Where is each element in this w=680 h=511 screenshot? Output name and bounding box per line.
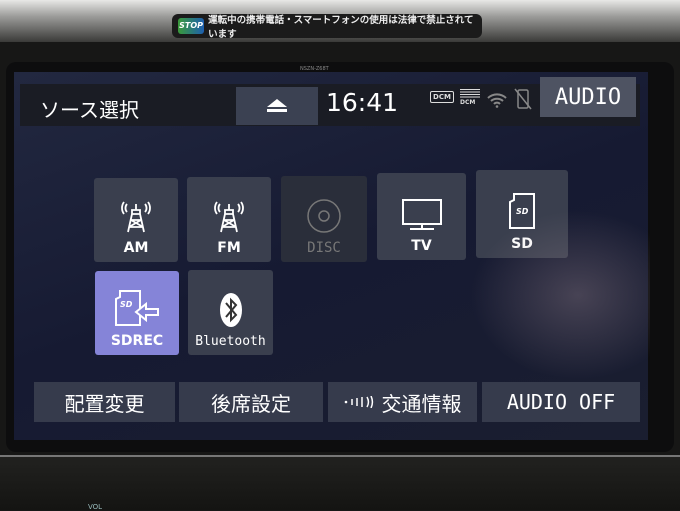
rearrange-label: 配置変更 <box>64 391 145 416</box>
broadcast-signal-icon <box>344 396 373 408</box>
clock: 16:41 <box>326 88 399 117</box>
bezel-edge <box>0 455 680 457</box>
disc-icon <box>307 199 341 233</box>
rear-settings-button[interactable]: 後席設定 <box>179 382 323 422</box>
audio-button[interactable]: AUDIO <box>540 77 636 117</box>
source-label: FM <box>217 240 241 256</box>
source-label: AM <box>123 240 149 256</box>
source-tv[interactable]: TV <box>377 173 466 260</box>
source-label: SDREC <box>110 333 164 349</box>
rear-settings-label: 後席設定 <box>211 391 291 416</box>
phone-disconnected-icon <box>514 88 532 110</box>
sd-record-icon: SD <box>115 290 159 326</box>
traffic-info-label: 交通情報 <box>381 391 462 416</box>
source-label: Bluetooth <box>195 334 266 349</box>
source-label: DISC <box>307 240 341 256</box>
page-title: ソース選択 <box>40 98 139 122</box>
bluetooth-icon <box>219 293 242 327</box>
eject-button[interactable] <box>236 87 318 125</box>
dcm-label-2: DCM <box>460 99 476 106</box>
source-bluetooth[interactable]: Bluetooth <box>188 270 273 355</box>
dcm-signal-icon: DCM <box>460 89 480 106</box>
radio-tower-icon <box>214 201 244 233</box>
rearrange-button[interactable]: 配置変更 <box>34 382 175 422</box>
source-fm[interactable]: FM <box>187 177 271 262</box>
tv-icon <box>401 199 442 230</box>
source-label: TV <box>411 238 432 254</box>
sticker-logo: STOP <box>178 18 205 34</box>
source-sdrec[interactable]: SD SDREC <box>95 271 179 355</box>
eject-icon <box>267 99 287 112</box>
warning-sticker: STOP 運転中の携帯電話・スマートフォンの使用は法律で禁止されています <box>172 14 482 40</box>
radio-tower-icon <box>121 201 151 233</box>
svg-text:SD: SD <box>120 300 133 309</box>
traffic-info-button[interactable]: 交通情報 <box>328 382 477 422</box>
hand-reflection <box>470 210 650 380</box>
dcm-status-icon: DCM <box>430 91 454 103</box>
bezel-bottom <box>0 455 680 510</box>
audio-off-button[interactable]: AUDIO OFF <box>482 382 640 422</box>
source-am[interactable]: AM <box>94 178 178 262</box>
source-disc: DISC <box>281 176 367 262</box>
audio-off-label: AUDIO OFF <box>506 390 616 414</box>
sticker-text: 運転中の携帯電話・スマートフォンの使用は法律で禁止されています <box>208 15 474 40</box>
dcm-label: DCM <box>433 93 451 101</box>
wifi-icon <box>487 93 507 108</box>
